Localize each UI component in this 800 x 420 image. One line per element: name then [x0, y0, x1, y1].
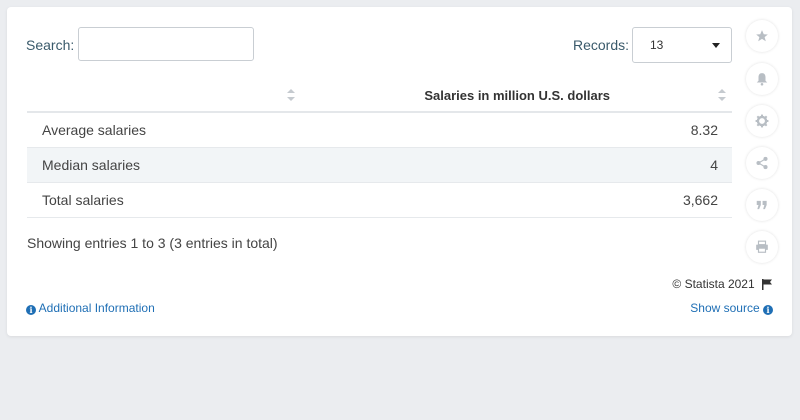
star-icon — [756, 30, 768, 42]
column-header-label[interactable] — [27, 84, 307, 113]
search-input[interactable] — [78, 27, 254, 61]
show-source-link[interactable]: Show source i — [690, 301, 773, 315]
chevron-down-icon — [712, 43, 720, 48]
additional-information-link[interactable]: i Additional Information — [26, 301, 155, 315]
row-label: Total salaries — [27, 182, 307, 218]
records-value: 13 — [650, 38, 664, 52]
notification-button[interactable] — [746, 63, 778, 95]
info-icon: i — [763, 305, 773, 315]
column-header-value-text: Salaries in million U.S. dollars — [424, 88, 610, 103]
flag-icon[interactable] — [762, 279, 772, 290]
sort-icon — [718, 89, 726, 101]
records-label: Records: — [573, 37, 630, 53]
table-row: Median salaries 4 — [27, 147, 732, 183]
sort-icon — [287, 89, 295, 101]
entries-summary: Showing entries 1 to 3 (3 entries in tot… — [27, 235, 278, 251]
table-row: Average salaries 8.32 — [27, 112, 732, 148]
cite-button[interactable] — [746, 189, 778, 221]
info-icon: i — [26, 305, 36, 315]
favorite-button[interactable] — [746, 20, 778, 52]
row-label: Median salaries — [27, 147, 307, 183]
copyright-text: © Statista 2021 — [672, 277, 755, 291]
additional-information-text: Additional Information — [38, 301, 155, 315]
quote-icon — [756, 200, 767, 210]
share-button[interactable] — [746, 147, 778, 179]
gear-icon — [755, 114, 769, 128]
share-icon — [756, 156, 768, 170]
row-value: 8.32 — [307, 112, 732, 148]
bell-icon — [756, 73, 768, 86]
row-value: 4 — [307, 147, 732, 183]
row-value: 3,662 — [307, 182, 732, 218]
table-row: Total salaries 3,662 — [27, 182, 732, 218]
settings-button[interactable] — [746, 105, 778, 137]
show-source-text: Show source — [690, 301, 760, 315]
row-label: Average salaries — [27, 112, 307, 148]
print-icon — [756, 240, 768, 253]
copyright: © Statista 2021 — [672, 277, 772, 291]
search-label: Search: — [26, 37, 75, 53]
column-header-value[interactable]: Salaries in million U.S. dollars — [307, 84, 732, 113]
data-table: Salaries in million U.S. dollars Average… — [27, 84, 732, 218]
table-card: Search: Records: 13 Salaries in million … — [7, 7, 792, 336]
print-button[interactable] — [746, 231, 778, 263]
records-select[interactable]: 13 — [632, 27, 732, 63]
